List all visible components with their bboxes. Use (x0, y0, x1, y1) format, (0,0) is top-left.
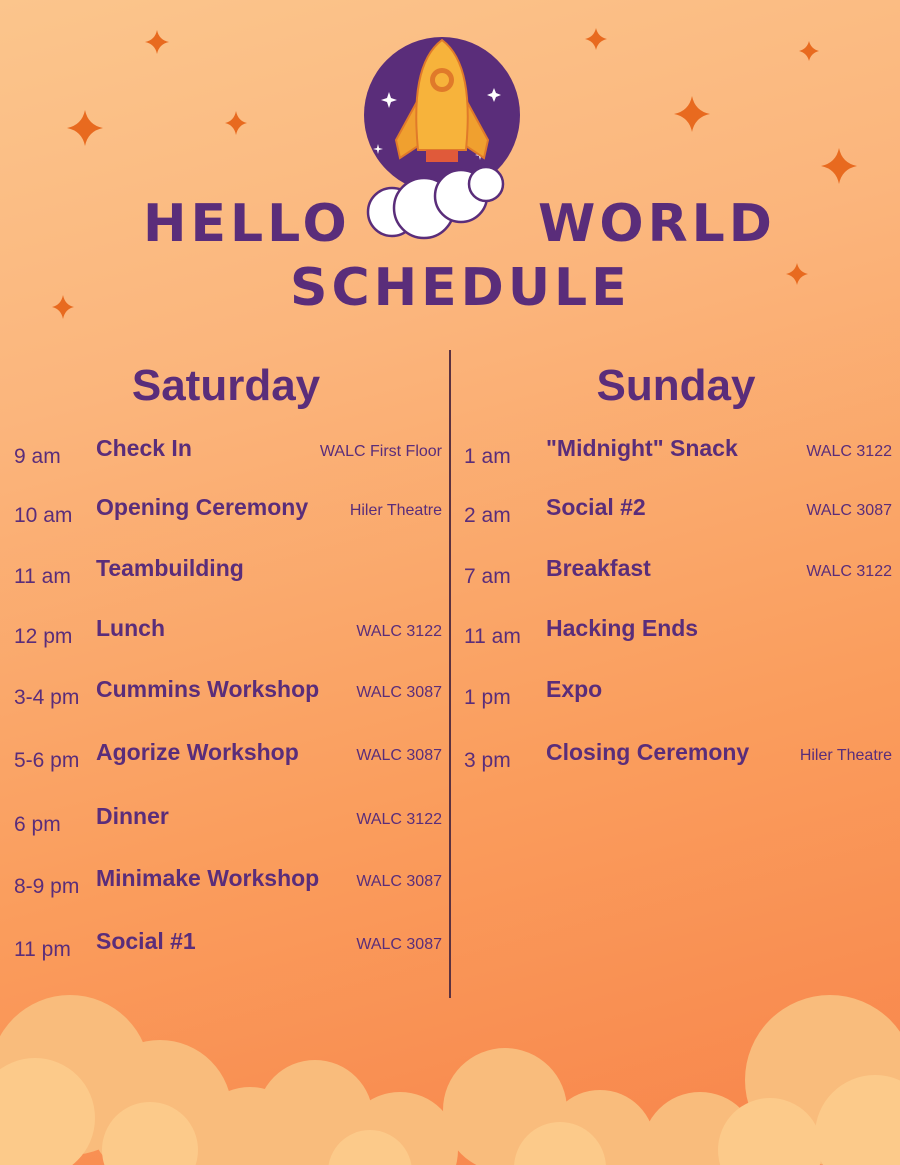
schedule-row: 12 pm Lunch WALC 3122 (6, 615, 446, 655)
event-time: 6 pm (14, 813, 61, 836)
star-icon (786, 263, 808, 285)
event-time: 10 am (14, 504, 73, 527)
event-name: Breakfast (546, 555, 651, 581)
star-icon (674, 96, 710, 132)
event-location: WALC 3087 (356, 936, 442, 953)
title-world: WORLD (538, 194, 776, 254)
event-location: Hiler Theatre (799, 747, 892, 764)
event-time: 3-4 pm (14, 686, 80, 709)
event-time: 1 pm (464, 686, 511, 709)
sunday-column: Sunday 1 am "Midnight" Snack WALC 3122 2… (456, 355, 896, 772)
event-time: 11 am (14, 565, 71, 588)
event-location: WALC 3087 (356, 747, 442, 764)
column-divider (449, 350, 451, 998)
saturday-heading: Saturday (131, 361, 321, 410)
event-time: 11 pm (14, 938, 71, 961)
event-location: WALC 3087 (356, 873, 442, 890)
event-location: WALC 3122 (356, 811, 442, 828)
schedule-row: 2 am Social #2 WALC 3087 (456, 494, 896, 534)
event-location: WALC 3122 (356, 623, 442, 640)
schedule-row: 7 am Breakfast WALC 3122 (456, 555, 896, 595)
schedule-row: 10 am Opening Ceremony Hiler Theatre (6, 494, 446, 534)
schedule-row: 6 pm Dinner WALC 3122 (6, 803, 446, 843)
cloud-icon (366, 165, 505, 240)
event-location: WALC 3087 (356, 684, 442, 701)
rocket-icon (394, 38, 490, 162)
event-name: Opening Ceremony (96, 494, 309, 520)
event-time: 5-6 pm (14, 749, 80, 772)
event-name: Social #1 (96, 928, 196, 954)
schedule-row: 1 am "Midnight" Snack WALC 3122 (456, 435, 896, 475)
star-icon (821, 148, 857, 184)
star-icon (52, 295, 74, 319)
event-name: Check In (96, 435, 192, 461)
event-time: 2 am (464, 504, 511, 527)
event-time: 7 am (464, 565, 511, 588)
star-icon (67, 110, 103, 146)
schedule-row: 9 am Check In WALC First Floor (6, 435, 446, 475)
saturday-column: Saturday 9 am Check In WALC First Floor … (6, 355, 446, 961)
event-name: "Midnight" Snack (546, 435, 738, 461)
schedule-row: 11 pm Social #1 WALC 3087 (6, 928, 446, 968)
event-name: Hacking Ends (546, 615, 699, 641)
schedule-row: 11 am Hacking Ends (456, 615, 896, 655)
star-icon (225, 111, 247, 135)
star-icon (585, 28, 607, 50)
event-name: Closing Ceremony (546, 739, 750, 765)
event-name: Cummins Workshop (96, 676, 320, 702)
schedule-row: 8-9 pm Minimake Workshop WALC 3087 (6, 865, 446, 905)
schedule-row: 11 am Teambuilding (6, 555, 446, 595)
event-time: 8-9 pm (14, 875, 80, 898)
star-icon (799, 41, 819, 61)
event-location: WALC 3122 (806, 563, 892, 580)
event-name: Agorize Workshop (96, 739, 299, 765)
event-location: WALC 3087 (806, 502, 892, 519)
title-schedule: SCHEDULE (290, 258, 631, 318)
sunday-heading: Sunday (596, 361, 756, 410)
event-name: Lunch (96, 615, 165, 641)
event-name: Minimake Workshop (96, 865, 320, 891)
event-name: Dinner (96, 803, 169, 829)
star-icon (145, 30, 169, 54)
event-time: 11 am (464, 625, 521, 648)
event-name: Teambuilding (96, 555, 244, 581)
event-name: Expo (546, 676, 603, 702)
event-location: WALC 3122 (806, 443, 892, 460)
event-time: 12 pm (14, 625, 73, 648)
event-location: Hiler Theatre (349, 502, 442, 519)
event-time: 9 am (14, 445, 61, 468)
event-time: 3 pm (464, 749, 511, 772)
event-location: WALC First Floor (319, 443, 442, 460)
schedule-row: 1 pm Expo (456, 676, 896, 716)
title-hello: HELLO (143, 194, 351, 254)
event-time: 1 am (464, 445, 511, 468)
schedule-row: 3-4 pm Cummins Workshop WALC 3087 (6, 676, 446, 716)
schedule-row: 5-6 pm Agorize Workshop WALC 3087 (6, 739, 446, 779)
schedule-poster: HELLO WORLD SCHEDULE Saturday 9 am Check… (0, 0, 900, 1165)
event-name: Social #2 (546, 494, 646, 520)
schedule-row: 3 pm Closing Ceremony Hiler Theatre (456, 739, 896, 779)
